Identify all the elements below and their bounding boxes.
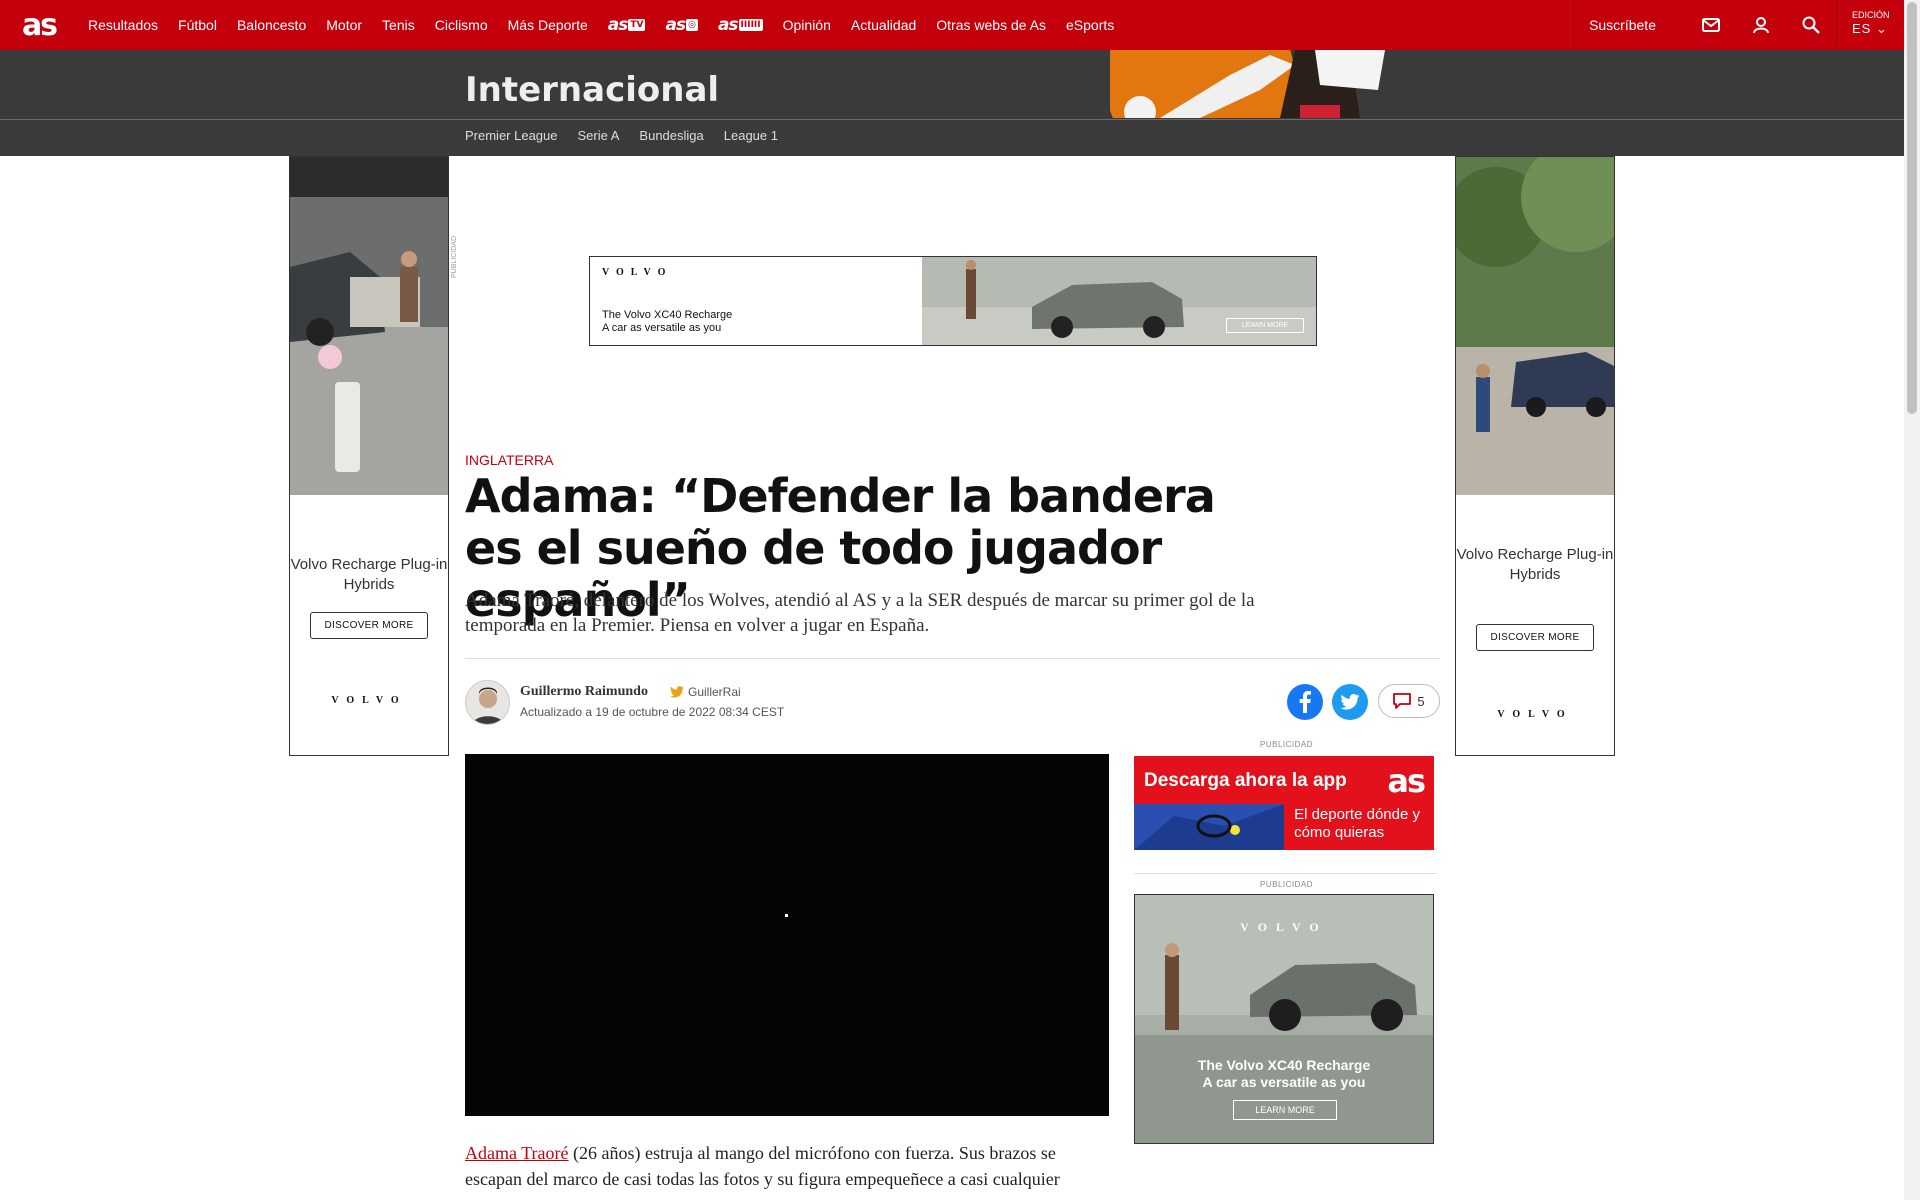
nav-link-motor[interactable]: Motor: [316, 0, 372, 50]
nav-link-actualidad[interactable]: Actualidad: [841, 0, 926, 50]
banner-line-1: The Volvo XC40 Recharge: [602, 309, 733, 321]
search-icon[interactable]: [1786, 0, 1836, 50]
subnav-bundesliga[interactable]: Bundesliga: [639, 128, 703, 143]
page-scrollbar[interactable]: [1904, 0, 1920, 1200]
edition-selector[interactable]: EDICIÓN ES ⌄: [1836, 0, 1904, 50]
edition-label: EDICIÓN: [1852, 10, 1890, 20]
stats-icon: IIIIII: [738, 19, 763, 31]
article-updated-date: Actualizado a 19 de octubre de 2022 08:3…: [520, 705, 785, 719]
brand-text: as: [607, 15, 629, 35]
nav-link-mas-deporte[interactable]: Más Deporte: [498, 0, 598, 50]
volvo-logo: VOLVO: [1240, 920, 1328, 934]
section-header: Internacional Premier League Serie A Bun…: [0, 50, 1904, 156]
nav-link-as-tv[interactable]: as TV: [598, 0, 656, 50]
subscribe-link[interactable]: Suscríbete: [1573, 0, 1686, 50]
ad-text: Volvo Recharge Plug-in Hybrids: [1456, 546, 1614, 583]
author-twitter[interactable]: GuillerRai: [670, 685, 741, 699]
author-avatar[interactable]: [465, 680, 510, 725]
nav-link-resultados[interactable]: Resultados: [78, 0, 168, 50]
comments-button[interactable]: 5: [1378, 684, 1440, 718]
subnav-league-1[interactable]: League 1: [724, 128, 778, 143]
nav-link-tenis[interactable]: Tenis: [372, 0, 425, 50]
twitter-bird-icon: [670, 686, 684, 698]
top-navigation-bar: as Resultados Fútbol Baloncesto Motor Te…: [0, 0, 1904, 50]
twitter-handle: GuillerRai: [688, 685, 741, 699]
comments-count: 5: [1417, 693, 1425, 709]
nav-right-tools: Suscríbete EDICIÓN ES ⌄: [1573, 0, 1904, 50]
subnav-serie-a[interactable]: Serie A: [578, 128, 620, 143]
section-divider: [0, 119, 1904, 120]
subnav-premier-league[interactable]: Premier League: [465, 128, 558, 143]
app-ad-subtitle-line-2: cómo quieras: [1294, 824, 1385, 841]
body-link-adama-traore[interactable]: Adama Traoré: [465, 1143, 568, 1163]
section-header-image: [1110, 50, 1405, 118]
nav-link-esports[interactable]: eSports: [1056, 0, 1124, 50]
app-ad-subtitle: El deporte dónde y cómo quieras: [1294, 806, 1420, 842]
rect-ad-copy: The Volvo XC40 Recharge A car as versati…: [1135, 1057, 1433, 1091]
twitter-icon: [1340, 694, 1360, 710]
volvo-logo: VOLVO: [331, 695, 407, 706]
video-player[interactable]: [465, 754, 1109, 1116]
ad-photo: [290, 157, 448, 495]
nav-link-ciclismo[interactable]: Ciclismo: [425, 0, 498, 50]
newsletter-icon[interactable]: [1686, 0, 1736, 50]
ad-photo: [1456, 157, 1614, 495]
article-body: Adama Traoré (26 años) estruja al mango …: [465, 1140, 1109, 1192]
scrollbar-thumb[interactable]: [1907, 2, 1917, 414]
advertising-label: PUBLICIDAD: [1260, 880, 1314, 889]
twitter-share-button[interactable]: [1332, 684, 1368, 720]
left-skyscraper-ad[interactable]: Volvo Recharge Plug-in Hybrids DISCOVER …: [289, 156, 449, 756]
app-ad-subtitle-line-1: El deporte dónde y: [1294, 806, 1420, 823]
nav-link-as-stats[interactable]: as IIIIII: [708, 0, 773, 50]
banner-copy: The Volvo XC40 Recharge A car as versati…: [602, 309, 732, 335]
volvo-logo: VOLVO: [1497, 709, 1573, 720]
nav-link-futbol[interactable]: Fútbol: [168, 0, 227, 50]
divider: [465, 658, 1440, 659]
article-standfirst: Adama Traoré, delantero de los Wolves, a…: [465, 590, 1255, 636]
app-ad-title: Descarga ahora la app: [1144, 770, 1347, 791]
discover-more-button[interactable]: DISCOVER MORE: [310, 612, 428, 639]
top-banner-ad[interactable]: VOLVO The Volvo XC40 Recharge A car as v…: [589, 256, 1317, 346]
as-app-ad[interactable]: Descarga ahora la app as El deporte dónd…: [1134, 756, 1434, 850]
user-icon[interactable]: [1736, 0, 1786, 50]
nav-link-baloncesto[interactable]: Baloncesto: [227, 0, 316, 50]
volvo-rectangle-ad[interactable]: VOLVO The Volvo XC40 Recharge A car as v…: [1134, 894, 1434, 1144]
chevron-down-icon: ⌄: [1875, 20, 1888, 36]
nav-link-as-photo[interactable]: as ◎: [655, 0, 707, 50]
edition-value: ES: [1852, 20, 1872, 36]
camera-icon: ◎: [686, 19, 698, 31]
rect-ad-line-1: The Volvo XC40 Recharge: [1197, 1057, 1371, 1073]
ad-text: Volvo Recharge Plug-in Hybrids: [290, 556, 448, 593]
discover-more-button[interactable]: DISCOVER MORE: [1476, 624, 1594, 651]
video-loading-indicator: [785, 914, 788, 917]
brand-badge: TV: [628, 19, 646, 31]
banner-photo: LEARN MORE: [922, 257, 1316, 345]
volvo-logo: VOLVO: [602, 267, 673, 278]
section-title[interactable]: Internacional: [465, 70, 719, 110]
facebook-icon: [1299, 691, 1311, 713]
advertising-label: PUBLICIDAD: [451, 235, 458, 278]
comment-icon: [1393, 693, 1412, 709]
learn-more-button[interactable]: LEARN MORE: [1233, 1100, 1337, 1120]
advertising-label: PUBLICIDAD: [1260, 740, 1314, 749]
article-kicker[interactable]: INGLATERRA: [465, 452, 553, 468]
divider: [1134, 873, 1437, 874]
rect-ad-line-2: A car as versatile as you: [1202, 1074, 1366, 1090]
learn-more-button[interactable]: LEARN MORE: [1226, 318, 1304, 333]
section-subnav: Premier League Serie A Bundesliga League…: [465, 128, 778, 143]
main-menu: Resultados Fútbol Baloncesto Motor Tenis…: [78, 0, 1124, 50]
banner-left: VOLVO The Volvo XC40 Recharge A car as v…: [590, 257, 922, 345]
as-logo: as: [1387, 762, 1426, 800]
nav-link-opinion[interactable]: Opinión: [773, 0, 841, 50]
author-name[interactable]: Guillermo Raimundo: [520, 684, 648, 700]
nav-link-otras-webs[interactable]: Otras webs de As: [926, 0, 1056, 50]
right-skyscraper-ad[interactable]: Volvo Recharge Plug-in Hybrids DISCOVER …: [1455, 156, 1615, 756]
banner-line-2: A car as versatile as you: [602, 322, 722, 335]
facebook-share-button[interactable]: [1287, 684, 1323, 720]
brand-text: as: [665, 15, 686, 35]
brand-text: as: [717, 15, 739, 35]
as-logo[interactable]: as: [0, 0, 78, 50]
